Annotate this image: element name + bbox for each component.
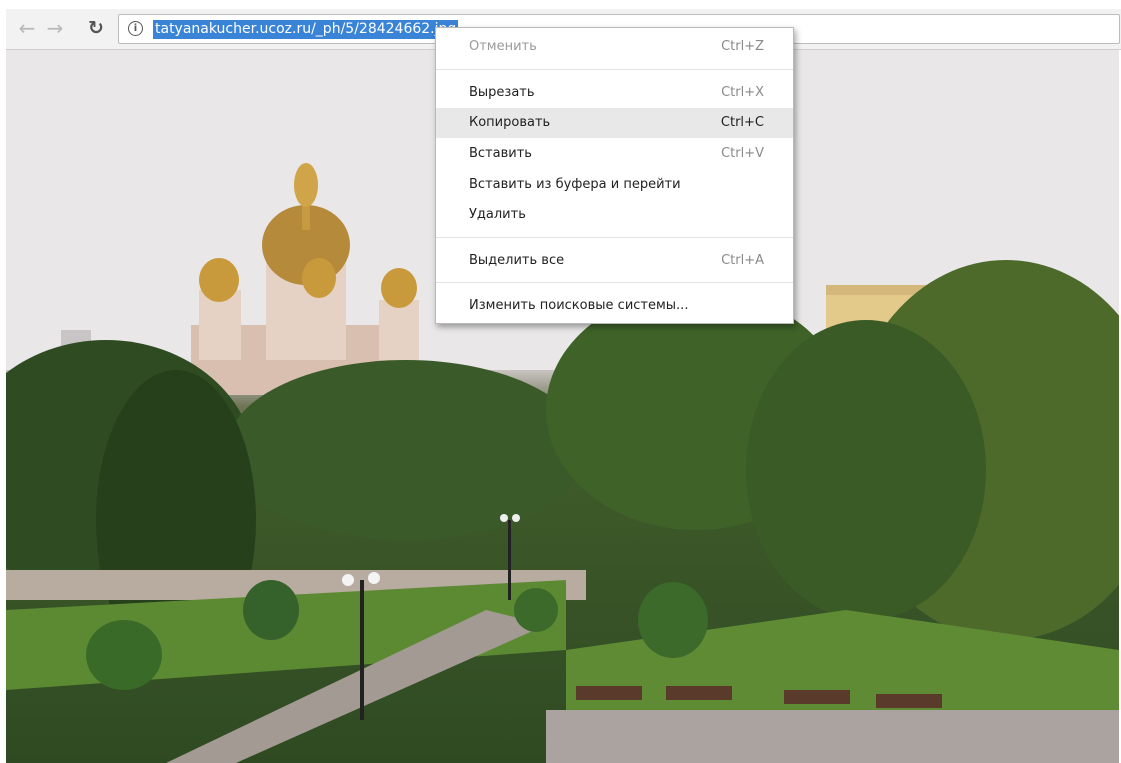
reload-icon[interactable]: ↻ xyxy=(85,17,107,39)
menu-item-paste[interactable]: Вставить Ctrl+V xyxy=(436,139,793,169)
menu-item-shortcut: Ctrl+V xyxy=(721,146,764,161)
menu-separator xyxy=(436,282,793,283)
menu-item-shortcut: Ctrl+A xyxy=(721,253,764,268)
menu-item-edit-search-engines[interactable]: Изменить поисковые системы... xyxy=(436,291,793,321)
menu-item-label: Удалить xyxy=(469,207,526,222)
menu-item-label: Вырезать xyxy=(469,85,535,100)
menu-item-copy[interactable]: Копировать Ctrl+C xyxy=(436,108,793,138)
menu-item-cut[interactable]: Вырезать Ctrl+X xyxy=(436,78,793,108)
context-menu: Отменить Ctrl+Z Вырезать Ctrl+X Копирова… xyxy=(435,27,794,324)
menu-item-label: Вставить из буфера и перейти xyxy=(469,177,681,192)
menu-item-select-all[interactable]: Выделить все Ctrl+A xyxy=(436,246,793,276)
menu-item-label: Копировать xyxy=(469,115,551,130)
menu-item-paste-and-go[interactable]: Вставить из буфера и перейти xyxy=(436,170,793,200)
forward-arrow-icon[interactable]: → xyxy=(44,17,66,39)
info-icon[interactable]: i xyxy=(128,21,143,36)
back-arrow-icon[interactable]: ← xyxy=(16,17,38,39)
menu-item-shortcut: Ctrl+C xyxy=(720,115,764,130)
url-text[interactable]: tatyanakucher.ucoz.ru/_ph/5/28424662.jpg xyxy=(153,20,459,39)
menu-separator xyxy=(436,69,793,70)
menu-separator xyxy=(436,237,793,238)
menu-item-label: Вставить xyxy=(469,146,532,161)
menu-item-label: Изменить поисковые системы... xyxy=(469,298,689,313)
menu-item-shortcut: Ctrl+X xyxy=(721,85,764,100)
menu-item-undo[interactable]: Отменить Ctrl+Z xyxy=(436,32,793,62)
menu-item-delete[interactable]: Удалить xyxy=(436,200,793,230)
menu-item-shortcut: Ctrl+Z xyxy=(721,39,764,54)
menu-item-label: Отменить xyxy=(469,39,537,54)
menu-item-label: Выделить все xyxy=(469,253,565,268)
